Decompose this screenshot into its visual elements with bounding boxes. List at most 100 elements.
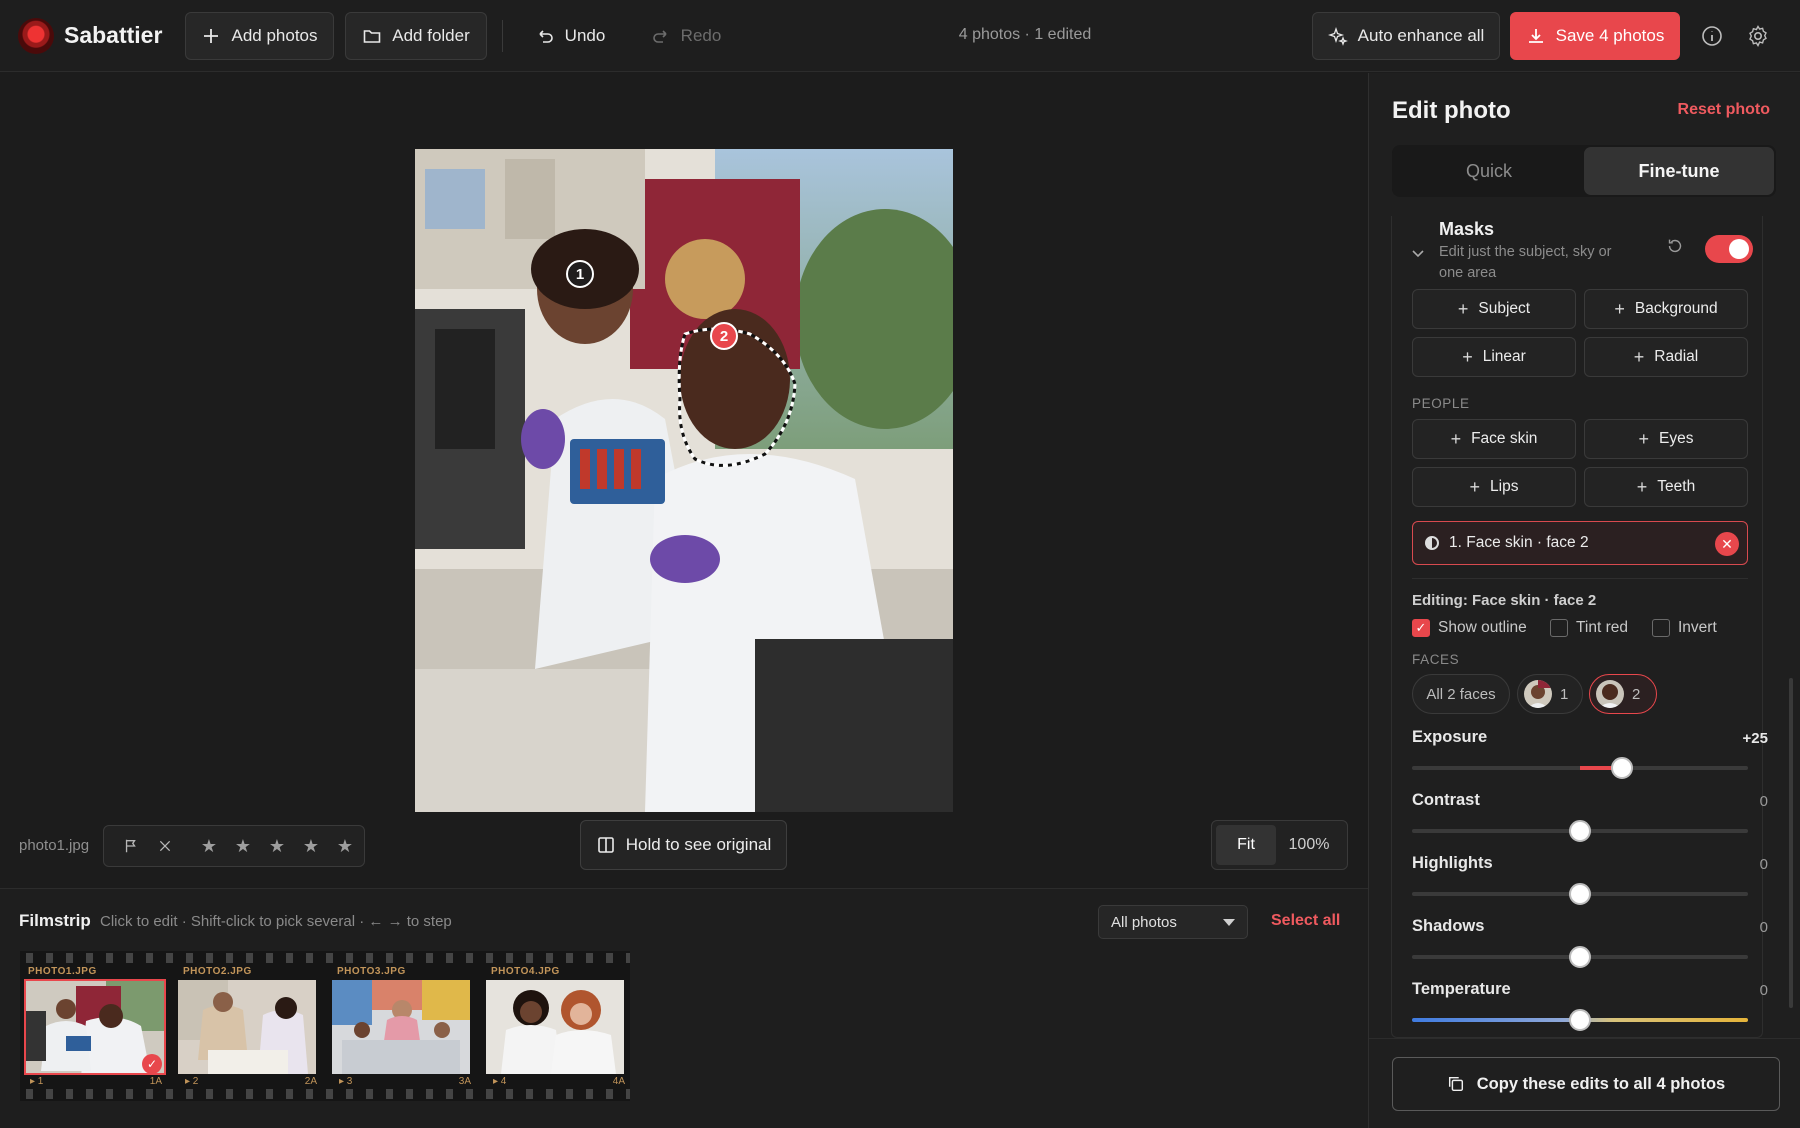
photo-image: [415, 149, 953, 812]
undo-icon: [539, 30, 553, 43]
chevron-down-icon[interactable]: [1410, 245, 1426, 261]
people-section-label: PEOPLE: [1412, 396, 1470, 411]
add-eyes-mask-button[interactable]: + Eyes: [1584, 419, 1748, 459]
exposure-slider[interactable]: [1412, 757, 1748, 779]
star-5[interactable]: ★: [328, 836, 362, 857]
shadows-slider[interactable]: [1412, 946, 1748, 968]
gear-icon: [1749, 25, 1767, 47]
redo-button[interactable]: Redo: [640, 12, 732, 60]
tint-red-checkbox[interactable]: Tint red: [1550, 619, 1628, 637]
tab-fine-tune[interactable]: Fine-tune: [1584, 147, 1774, 195]
copy-edits-to-all-button[interactable]: Copy these edits to all 4 photos: [1392, 1057, 1780, 1111]
masks-toggle[interactable]: [1705, 235, 1753, 263]
highlights-value: 0: [1759, 856, 1768, 873]
active-mask-item[interactable]: 1. Face skin · face 2 ✕: [1412, 521, 1748, 565]
settings-button[interactable]: [1744, 22, 1772, 50]
save-photos-button[interactable]: Save 4 photos: [1510, 12, 1680, 60]
remove-mask-close-icon[interactable]: ✕: [1715, 532, 1739, 556]
reject-icon[interactable]: [148, 829, 182, 863]
thumbnail-photo3: [332, 980, 470, 1074]
show-outline-checkbox[interactable]: ✓ Show outline: [1412, 619, 1527, 637]
add-folder-button[interactable]: Add folder: [345, 12, 487, 60]
photo-preview[interactable]: [415, 149, 953, 812]
shadows-value: 0: [1759, 919, 1768, 936]
hold-to-see-original-button[interactable]: Hold to see original: [580, 820, 787, 870]
plus-icon: +: [1638, 428, 1650, 449]
redo-icon: [652, 30, 667, 43]
temperature-slider[interactable]: [1412, 1009, 1748, 1031]
top-toolbar: Sabattier Add photos Add folder Undo Red…: [0, 0, 1800, 72]
photo-canvas: 1 2 photo1.jpg ★ ★ ★ ★ ★ Hold to see ori…: [0, 73, 1368, 888]
star-2[interactable]: ★: [226, 836, 260, 857]
flag-icon[interactable]: [114, 829, 148, 863]
face-pin-1[interactable]: 1: [566, 260, 594, 288]
compare-icon: [597, 837, 614, 853]
all-faces-chip[interactable]: All 2 faces: [1412, 674, 1510, 714]
checkbox-checked-icon: ✓: [1412, 619, 1430, 637]
contrast-label: Contrast: [1412, 791, 1480, 809]
edit-panel: Edit photo Reset photo Quick Fine-tune M…: [1368, 73, 1800, 1128]
add-lips-mask-button[interactable]: + Lips: [1412, 467, 1576, 507]
zoom-fit-button[interactable]: Fit: [1216, 825, 1276, 865]
plus-icon: +: [1450, 428, 1462, 449]
info-icon: [1702, 26, 1722, 46]
reset-masks-icon[interactable]: [1665, 236, 1687, 258]
zoom-100-button[interactable]: 100%: [1276, 825, 1342, 865]
info-button[interactable]: [1698, 22, 1726, 50]
face-2-chip[interactable]: 2: [1589, 674, 1657, 714]
exposure-slider-thumb[interactable]: [1611, 757, 1633, 779]
face-2-avatar: [1596, 680, 1624, 708]
add-teeth-mask-button[interactable]: + Teeth: [1584, 467, 1748, 507]
sparkle-icon: [1327, 26, 1348, 46]
add-photos-button[interactable]: Add photos: [185, 12, 334, 60]
checkbox-empty-icon: [1652, 619, 1670, 637]
invert-checkbox[interactable]: Invert: [1652, 619, 1717, 637]
masks-section-title: Masks: [1439, 219, 1495, 239]
face-pin-2[interactable]: 2: [710, 322, 738, 350]
highlights-slider-thumb[interactable]: [1569, 883, 1591, 905]
temperature-slider-thumb[interactable]: [1569, 1009, 1591, 1031]
undo-button[interactable]: Undo: [522, 12, 618, 60]
contrast-value: 0: [1759, 793, 1768, 810]
contrast-slider[interactable]: [1412, 820, 1748, 842]
toolbar-divider: [502, 20, 503, 52]
zoom-control: Fit 100%: [1211, 820, 1348, 870]
shadows-slider-thumb[interactable]: [1569, 946, 1591, 968]
add-radial-mask-button[interactable]: + Radial: [1584, 337, 1748, 377]
filmstrip-frame-3[interactable]: PHOTO3.JPG ▸ 3 3A: [329, 966, 479, 1096]
filmstrip: Filmstrip Click to edit · Shift-click to…: [0, 888, 1368, 1128]
filmstrip-hint: Click to edit · Shift-click to pick seve…: [100, 913, 452, 930]
plus-icon: [204, 29, 219, 43]
plus-icon: +: [1462, 346, 1473, 367]
face-1-chip[interactable]: 1: [1517, 674, 1583, 714]
filmstrip-frame-2[interactable]: PHOTO2.JPG ▸ 2 2A: [175, 966, 325, 1096]
current-filename: photo1.jpg: [19, 837, 90, 854]
star-3[interactable]: ★: [260, 836, 294, 857]
add-linear-mask-button[interactable]: + Linear: [1412, 337, 1576, 377]
copy-icon: [1448, 1076, 1463, 1092]
plus-icon: +: [1636, 476, 1648, 497]
reset-photo-link[interactable]: Reset photo: [1678, 101, 1770, 119]
mode-tabs: Quick Fine-tune: [1392, 145, 1776, 197]
chevron-down-icon: [1223, 919, 1235, 926]
selected-check-icon: ✓: [142, 1054, 162, 1074]
tab-quick[interactable]: Quick: [1394, 147, 1584, 195]
auto-enhance-all-button[interactable]: Auto enhance all: [1312, 12, 1500, 60]
add-face-skin-mask-button[interactable]: + Face skin: [1412, 419, 1576, 459]
app-window: Sabattier Add photos Add folder Undo Red…: [0, 0, 1800, 1128]
filmstrip-frame-1[interactable]: PHOTO1.JPG ✓ ▸ 1 1A: [20, 966, 170, 1096]
star-4[interactable]: ★: [294, 836, 328, 857]
highlights-slider[interactable]: [1412, 883, 1748, 905]
panel-scrollbar[interactable]: [1789, 678, 1793, 1008]
add-subject-mask-button[interactable]: + Subject: [1412, 289, 1576, 329]
filmstrip-filter-select[interactable]: All photos: [1098, 905, 1248, 939]
panel-title: Edit photo: [1392, 97, 1511, 124]
filmstrip-frame-4[interactable]: PHOTO4.JPG ▸ 4 4A: [483, 966, 633, 1096]
contrast-slider-thumb[interactable]: [1569, 820, 1591, 842]
select-all-link[interactable]: Select all: [1271, 912, 1340, 930]
exposure-label: Exposure: [1412, 728, 1488, 746]
star-1[interactable]: ★: [192, 836, 226, 857]
thumbnail-photo2: [178, 980, 316, 1074]
add-background-mask-button[interactable]: + Background: [1584, 289, 1748, 329]
mask-half-icon: [1425, 536, 1439, 550]
